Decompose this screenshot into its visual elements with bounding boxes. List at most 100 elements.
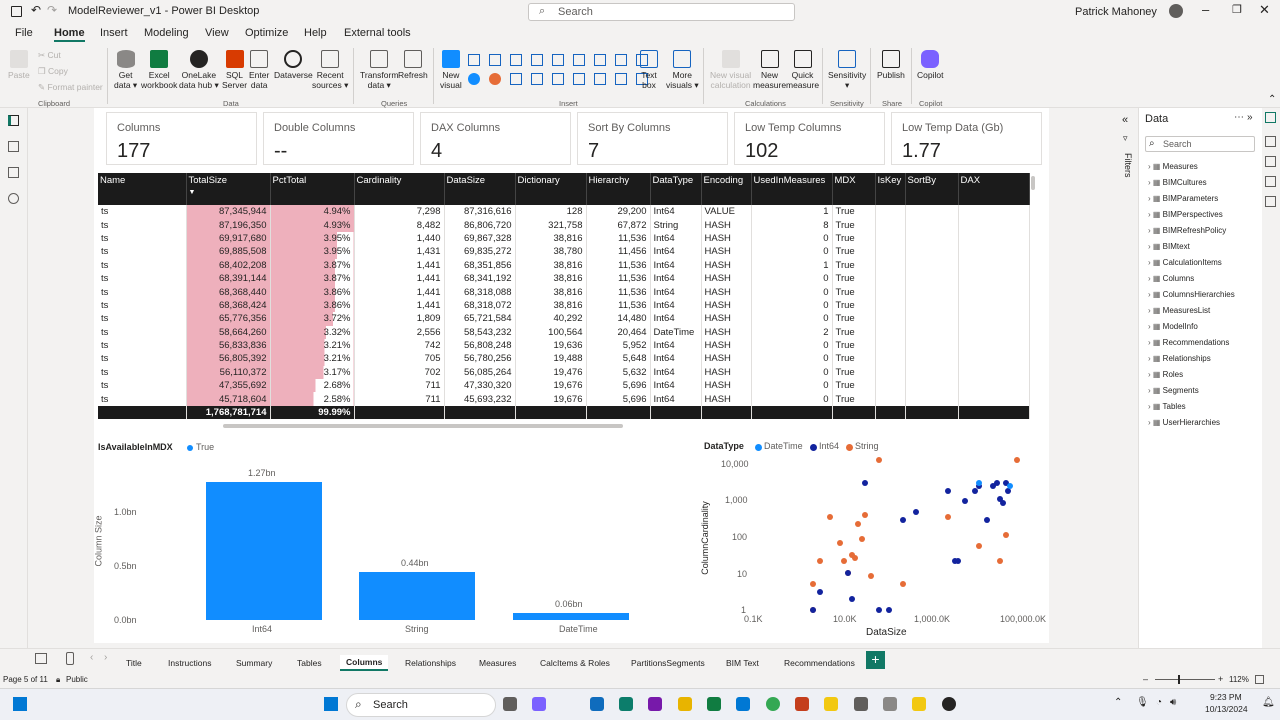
- mobile-layout-icon[interactable]: [66, 652, 74, 665]
- card-columns[interactable]: Columns 177: [106, 112, 257, 165]
- scatter-point[interactable]: [913, 509, 920, 516]
- visual-type-icon[interactable]: [552, 54, 564, 66]
- copilot-app-icon[interactable]: [532, 697, 546, 711]
- more-options-icon[interactable]: ⋯: [1234, 112, 1244, 123]
- scatter-point[interactable]: [976, 479, 982, 486]
- menu-insert[interactable]: Insert: [100, 27, 128, 39]
- column-header[interactable]: SortBy: [905, 173, 959, 205]
- data-pane-table-item[interactable]: › ▦ Tables: [1148, 402, 1186, 411]
- data-pane-table-item[interactable]: › ▦ Columns: [1148, 274, 1194, 283]
- paste-button[interactable]: Paste: [8, 50, 30, 80]
- page-tab[interactable]: CalcItems & Roles: [540, 658, 610, 668]
- column-header[interactable]: Cardinality: [354, 173, 445, 205]
- copilot-button[interactable]: Copilot: [917, 50, 943, 80]
- table-row[interactable]: ts 65,776,356 3.72% 1,809 65,721,584 40,292 14…: [98, 312, 1030, 326]
- table-row[interactable]: ts 68,391,144 3.87% 1,441 68,341,192 38,816 11…: [98, 271, 1030, 286]
- more-visuals-button[interactable]: More visuals ▾: [666, 50, 699, 90]
- data-pane-table-item[interactable]: › ▦ Measures: [1148, 162, 1198, 171]
- app-icon[interactable]: [883, 697, 897, 711]
- page-tab[interactable]: Relationships: [405, 658, 456, 668]
- table-vertical-scrollbar[interactable]: [1031, 176, 1035, 190]
- table-row[interactable]: ts 87,196,350 4.93% 8,482 86,806,720 321,758 6…: [98, 218, 1030, 232]
- column-header[interactable]: Name: [98, 173, 187, 205]
- table-row[interactable]: ts 58,664,260 3.32% 2,556 58,543,232 100,564 2…: [98, 325, 1030, 339]
- scatter-point[interactable]: [886, 607, 892, 613]
- table-row[interactable]: ts 69,885,508 3.95% 1,431 69,835,272 38,780 11…: [98, 245, 1030, 259]
- bar-mark[interactable]: [206, 482, 322, 620]
- taskbar-search[interactable]: ⌕ Search: [346, 693, 496, 717]
- page-tab[interactable]: Instructions: [168, 658, 211, 668]
- page-tab[interactable]: BIM Text: [726, 658, 759, 668]
- bar-mark[interactable]: [513, 613, 629, 620]
- quick-measure-button[interactable]: Quick measure: [786, 50, 819, 90]
- desktop-icon[interactable]: [13, 697, 27, 711]
- undo-icon[interactable]: ↶: [31, 3, 41, 17]
- visual-type-icon[interactable]: [468, 73, 480, 85]
- table-view-icon[interactable]: [8, 141, 19, 152]
- format-painter-button[interactable]: ✎ Format painter: [38, 82, 103, 92]
- selection-icon[interactable]: [1265, 196, 1276, 207]
- clock-date[interactable]: 10/13/2024: [1205, 704, 1248, 714]
- zoom-out-icon[interactable]: –: [1143, 674, 1148, 684]
- table-row[interactable]: ts 68,368,440 3.86% 1,441 68,318,088 38,816 11…: [98, 285, 1030, 299]
- menu-modeling[interactable]: Modeling: [144, 27, 189, 39]
- scatter-chart[interactable]: DataType DateTime Int64 String ColumnCar…: [700, 438, 1046, 640]
- excel-button[interactable]: Excel workbook: [141, 50, 177, 90]
- filters-pane-label[interactable]: Filters: [1123, 153, 1133, 178]
- visual-type-icon[interactable]: [615, 54, 627, 66]
- new-visual-button[interactable]: New visual: [440, 50, 462, 90]
- microphone-icon[interactable]: 🎙︎: [1136, 697, 1149, 708]
- text-box-button[interactable]: Text box: [640, 50, 658, 90]
- powerbi-app-icon[interactable]: [824, 697, 838, 711]
- maximize-icon[interactable]: ❐: [1232, 3, 1242, 16]
- copy-button[interactable]: ❐ Copy: [38, 66, 68, 76]
- scatter-point[interactable]: [817, 589, 824, 596]
- publish-button[interactable]: Publish: [877, 50, 905, 80]
- visual-type-icon[interactable]: [531, 73, 543, 85]
- notifications-icon[interactable]: 🔔︎: [1262, 697, 1275, 708]
- page-tab[interactable]: PartitionsSegments: [631, 658, 705, 668]
- user-name[interactable]: Patrick Mahoney: [1075, 6, 1157, 18]
- scatter-point[interactable]: [955, 558, 962, 565]
- table-row[interactable]: ts 69,917,680 3.95% 1,440 69,867,328 38,816 11…: [98, 231, 1030, 246]
- visual-gallery[interactable]: [468, 54, 648, 88]
- bookmarks-icon[interactable]: [1265, 176, 1276, 187]
- scatter-point[interactable]: [809, 580, 816, 587]
- prev-page-icon[interactable]: ‹: [90, 652, 93, 663]
- sensitivity-status[interactable]: Public: [66, 675, 88, 684]
- data-pane-table-item[interactable]: › ▦ Segments: [1148, 386, 1199, 395]
- visual-type-icon[interactable]: [531, 54, 543, 66]
- menu-help[interactable]: Help: [304, 27, 327, 39]
- table-row[interactable]: ts 87,345,944 4.94% 7,298 87,316,616 128 29,20…: [98, 205, 1030, 219]
- data-pane-table-item[interactable]: › ▦ Relationships: [1148, 354, 1211, 363]
- scatter-point[interactable]: [1014, 457, 1021, 463]
- card-low-temp-data[interactable]: Low Temp Data (Gb) 1.77: [891, 112, 1042, 165]
- table-row[interactable]: ts 68,402,208 3.87% 1,441 68,351,856 38,816 11…: [98, 258, 1030, 272]
- table-row[interactable]: ts 56,805,392 3.21% 705 56,780,256 19,488 5,64…: [98, 352, 1030, 366]
- table-horizontal-scrollbar[interactable]: [223, 424, 623, 428]
- bar-mark[interactable]: [359, 572, 475, 620]
- get-data-button[interactable]: Get data ▾: [114, 50, 137, 90]
- column-header[interactable]: UsedInMeasures: [751, 173, 833, 205]
- scatter-point[interactable]: [836, 540, 843, 547]
- page-tab[interactable]: Recommendations: [784, 658, 855, 668]
- scatter-point[interactable]: [841, 558, 847, 565]
- data-pane-table-item[interactable]: › ▦ CalculationItems: [1148, 258, 1222, 267]
- data-pane-table-item[interactable]: › ▦ BIMCultures: [1148, 178, 1207, 187]
- zoom-in-icon[interactable]: +: [1218, 674, 1223, 684]
- scatter-point[interactable]: [944, 514, 951, 521]
- visual-type-icon[interactable]: [594, 54, 606, 66]
- page-tab[interactable]: Summary: [236, 658, 272, 668]
- column-header[interactable]: Encoding: [701, 173, 752, 205]
- wifi-icon[interactable]: ◔: [1156, 697, 1162, 708]
- save-icon[interactable]: [11, 6, 22, 17]
- chevron-up-icon[interactable]: ⌃: [1114, 697, 1122, 708]
- windows-start-icon[interactable]: [324, 697, 338, 711]
- title-search-box[interactable]: ⌕ Search: [528, 3, 795, 21]
- next-page-icon[interactable]: ›: [104, 652, 107, 663]
- data-pane-table-item[interactable]: › ▦ BIMPerspectives: [1148, 210, 1223, 219]
- scatter-point[interactable]: [817, 558, 824, 565]
- outlook-app-icon[interactable]: [590, 697, 604, 711]
- chrome-app-icon[interactable]: [766, 697, 780, 711]
- table-row[interactable]: ts 47,355,692 2.68% 711 47,330,320 19,676 5,69…: [98, 379, 1030, 393]
